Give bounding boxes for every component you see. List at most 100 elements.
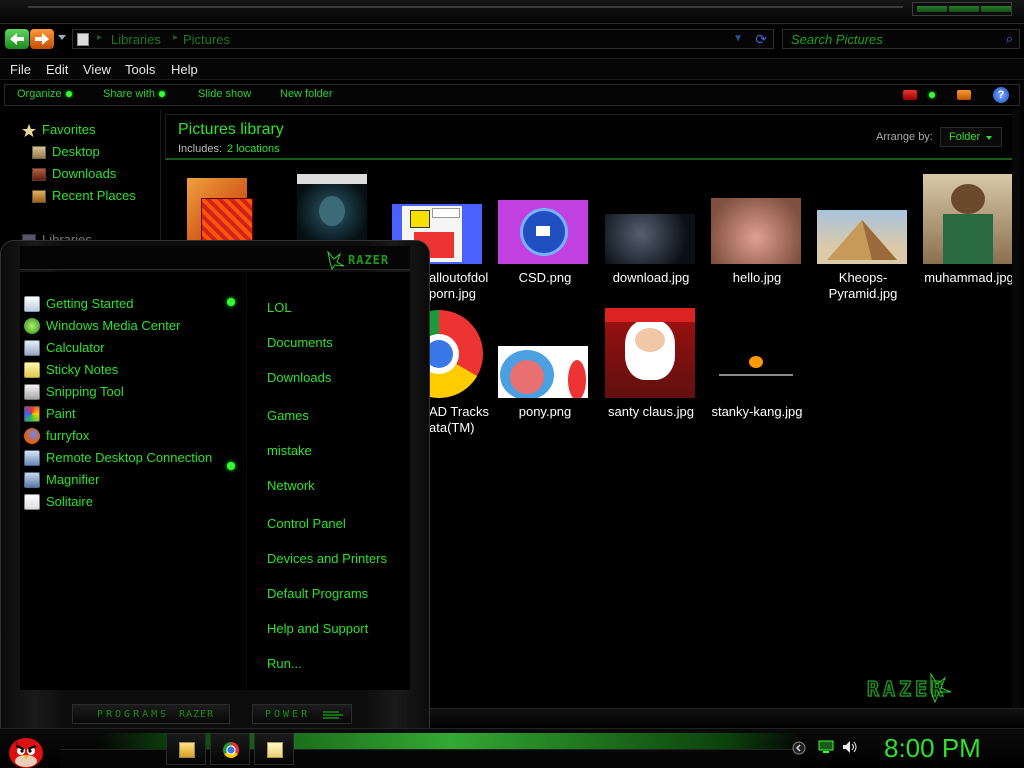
window-controls[interactable] [912, 2, 1012, 16]
recent-pages-dropdown[interactable] [58, 35, 66, 40]
star-icon [22, 124, 36, 137]
cards-icon [24, 494, 40, 510]
file-name[interactable]: Kheops-Pyramid.jpg [813, 270, 913, 302]
menu-file[interactable]: File [10, 62, 31, 77]
file-thumbnail[interactable] [427, 308, 485, 398]
includes-label: Includes: [178, 143, 223, 155]
slide-show-button[interactable]: Slide show [198, 88, 251, 100]
file-name[interactable]: alloutofdol porn.jpg [429, 270, 489, 302]
view-options-icon[interactable] [903, 90, 917, 100]
file-thumbnail[interactable] [498, 200, 588, 264]
breadcrumb-pictures[interactable]: Pictures [183, 32, 230, 47]
address-dropdown-icon[interactable]: ▼ [733, 33, 743, 44]
forward-button[interactable] [30, 29, 54, 49]
minimize-button[interactable] [917, 6, 947, 12]
file-name[interactable]: stanky-kang.jpg [707, 404, 807, 420]
place-downloads[interactable]: Downloads [267, 370, 331, 385]
menu-help[interactable]: Help [171, 62, 198, 77]
file-thumbnail[interactable] [605, 214, 695, 264]
file-name[interactable]: download.jpg [601, 270, 701, 286]
place-mistake[interactable]: mistake [267, 443, 312, 458]
start-button-angry-bird-icon[interactable] [6, 731, 46, 768]
power-arrow-icon [323, 711, 343, 719]
taskbar-explorer-button[interactable] [166, 733, 206, 765]
address-row: ▸ Libraries ▸ Pictures ▼ ⟳ Search Pictur… [0, 26, 1024, 52]
search-placeholder: Search Pictures [791, 32, 883, 47]
submenu-arrow-icon[interactable] [227, 298, 235, 306]
arrange-by-dropdown[interactable]: Folder [940, 127, 1002, 147]
menu-view[interactable]: View [83, 62, 111, 77]
razer-logo: RAZER [327, 250, 389, 270]
programs-list: Getting Started Windows Media Center Cal… [20, 272, 246, 690]
taskbar: 8:00 PM [0, 728, 1024, 768]
place-lol[interactable]: LOL [267, 300, 292, 315]
library-header: Pictures library Includes: 2 locations A… [165, 114, 1017, 160]
taskbar-chrome-button[interactable] [210, 733, 250, 765]
network-icon[interactable] [818, 740, 834, 754]
place-network[interactable]: Network [267, 478, 315, 493]
all-programs-button[interactable]: PROGRAMS RAZER [72, 704, 230, 724]
brand-text: RAZER [348, 253, 389, 267]
search-box[interactable]: Search Pictures ⌕ [782, 29, 1020, 49]
vertical-scrollbar[interactable] [1012, 110, 1020, 730]
title-bar [0, 0, 1024, 24]
back-button[interactable] [5, 29, 29, 49]
taskbar-notepad-button[interactable] [254, 733, 294, 765]
file-name[interactable]: santy claus.jpg [601, 404, 701, 420]
power-button[interactable]: POWER [252, 704, 352, 724]
remote-desktop-icon [24, 450, 40, 466]
maximize-button[interactable] [949, 6, 979, 12]
firefox-icon [24, 428, 40, 444]
menu-bar: File Edit View Tools Help [0, 58, 1024, 80]
file-thumbnail[interactable] [923, 174, 1013, 264]
file-thumbnail[interactable] [605, 308, 695, 398]
place-help-and-support[interactable]: Help and Support [267, 621, 368, 636]
arrow-right-icon [35, 33, 49, 45]
file-thumbnail[interactable] [297, 174, 367, 242]
file-thumbnail[interactable] [711, 198, 801, 264]
pyramid-image [827, 220, 897, 260]
help-icon[interactable]: ? [993, 87, 1009, 103]
file-name[interactable]: CSD.png [495, 270, 595, 286]
scissors-icon [24, 384, 40, 400]
show-hidden-icons-icon[interactable] [792, 741, 806, 755]
place-control-panel[interactable]: Control Panel [267, 516, 346, 531]
file-name[interactable]: AD Tracks ata(TM) [429, 404, 489, 436]
address-bar[interactable]: ▸ Libraries ▸ Pictures ▼ ⟳ [72, 29, 774, 49]
file-thumbnail[interactable] [711, 352, 801, 398]
organize-button[interactable]: Organize [17, 88, 72, 100]
file-thumbnail[interactable] [817, 210, 907, 264]
notepad-icon [267, 742, 283, 758]
file-thumbnail[interactable] [498, 346, 588, 398]
locations-link[interactable]: 2 locations [227, 143, 280, 155]
new-folder-button[interactable]: New folder [280, 88, 333, 100]
menu-tools[interactable]: Tools [125, 62, 155, 77]
close-button[interactable] [981, 6, 1011, 12]
file-name[interactable]: muhammad.jpg [919, 270, 1019, 286]
downloads-icon [32, 168, 46, 181]
view-dropdown-icon[interactable] [929, 92, 935, 98]
place-default-programs[interactable]: Default Programs [267, 586, 368, 601]
submenu-arrow-icon[interactable] [227, 462, 235, 470]
system-tray [790, 735, 870, 761]
chrome-icon [223, 742, 239, 758]
menu-edit[interactable]: Edit [46, 62, 68, 77]
file-name[interactable]: pony.png [495, 404, 595, 420]
place-run[interactable]: Run... [267, 656, 302, 671]
start-menu: RAZER Getting Started Windows Media Cent… [0, 240, 430, 730]
search-icon[interactable]: ⌕ [1006, 31, 1013, 47]
clock[interactable]: 8:00 PM [884, 733, 981, 764]
volume-icon[interactable] [842, 740, 858, 754]
breadcrumb-libraries[interactable]: Libraries [111, 32, 161, 47]
document-icon [24, 296, 40, 312]
file-name[interactable]: hello.jpg [707, 270, 807, 286]
calculator-icon [24, 340, 40, 356]
library-icon [77, 33, 89, 46]
place-games[interactable]: Games [267, 408, 309, 423]
preview-pane-icon[interactable] [957, 90, 971, 100]
file-thumbnail[interactable] [187, 178, 253, 242]
refresh-icon[interactable]: ⟳ [755, 31, 767, 48]
share-with-button[interactable]: Share with [103, 88, 165, 100]
place-devices-and-printers[interactable]: Devices and Printers [267, 551, 387, 566]
place-documents[interactable]: Documents [267, 335, 333, 350]
